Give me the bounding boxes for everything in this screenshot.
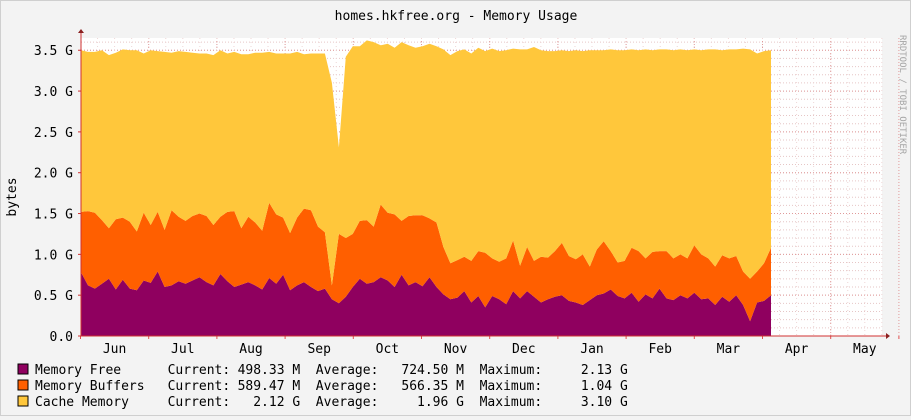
chart-frame: homes.hkfree.org - Memory Usage RRDTOOL … [0,0,911,416]
legend-average-label: Average: [316,363,379,378]
y-tick-label: 0.5 G [34,289,73,304]
legend-maximum-value: 1.04 G [581,379,628,394]
x-tick-label: Feb [648,342,672,357]
y-tick-label: 1.5 G [34,208,73,223]
x-tick-label: Dec [512,342,535,357]
legend-current-label: Current: [168,379,231,394]
x-tick-label: Oct [376,342,399,357]
legend-swatch [17,379,29,391]
x-tick-label: Jan [580,342,603,357]
legend-average-label: Average: [316,395,379,410]
x-tick-label: Aug [239,342,262,357]
y-tick-label: 2.5 G [34,126,73,141]
x-tick-label: May [853,342,877,357]
legend-maximum-label: Maximum: [480,395,543,410]
y-tick-label: 3.0 G [34,85,73,100]
legend: Memory Free Current: 498.33 M Average: 724.5… [17,363,628,410]
series-areas [81,40,771,336]
legend-maximum-label: Maximum: [480,379,543,394]
y-tick-label: 3.5 G [34,44,73,59]
chart-title: homes.hkfree.org - Memory Usage [335,9,578,24]
legend-current-label: Current: [168,395,231,410]
legend-maximum-value: 3.10 G [581,395,628,410]
legend-swatch [17,363,29,375]
legend-average-label: Average: [316,379,379,394]
legend-average-value: 566.35 M [401,379,464,394]
x-tick-label: Jul [171,342,194,357]
legend-current-value: 498.33 M [238,363,301,378]
legend-current-label: Current: [168,363,231,378]
rrdtool-watermark: RRDTOOL / TOBI OETIKER [897,35,907,155]
legend-average-value: 724.50 M [401,363,464,378]
y-tick-label: 0.0 [50,330,73,345]
legend-average-value: 1.96 G [417,395,464,410]
x-tick-label: Nov [444,342,468,357]
x-tick-label: Sep [307,342,331,357]
x-tick-label: Apr [785,342,809,357]
legend-maximum-label: Maximum: [480,363,543,378]
y-axis-label: bytes [5,177,20,216]
legend-name: Memory Free [35,363,121,378]
legend-maximum-value: 2.13 G [581,363,628,378]
legend-current-value: 589.47 M [238,379,301,394]
legend-swatch [17,395,29,407]
legend-name: Cache Memory [35,395,129,410]
legend-name: Memory Buffers [35,379,145,394]
y-tick-label: 2.0 G [34,167,73,182]
y-axis-arrow [78,29,84,33]
y-tick-label: 1.0 G [34,248,73,263]
x-tick-label: Mar [717,342,741,357]
memory-usage-chart: homes.hkfree.org - Memory Usage RRDTOOL … [5,9,907,410]
x-tick-label: Jun [103,342,126,357]
x-axis-arrow [886,333,890,339]
legend-current-value: 2.12 G [253,395,300,410]
